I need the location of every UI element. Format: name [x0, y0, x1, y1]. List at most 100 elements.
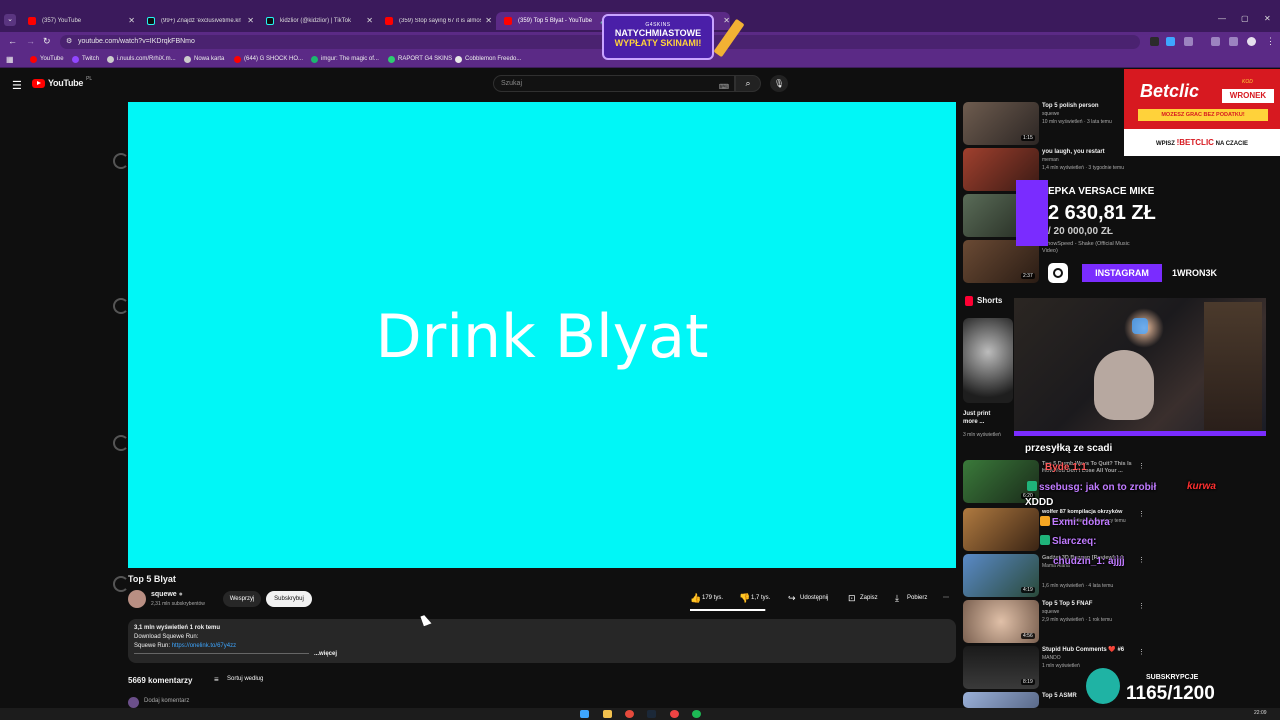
address-bar[interactable]: ⚙ youtube.com/watch?v=IKDrqkFBNmo: [60, 35, 1140, 49]
bookmark-favicon-icon: [184, 56, 191, 63]
tab-close-icon[interactable]: ✕: [247, 16, 254, 25]
description-link[interactable]: https://onelink.to/67y4zz: [172, 643, 236, 649]
share-icon: ↪: [788, 593, 796, 603]
search-input[interactable]: Szukaj ⌨: [493, 75, 735, 92]
channel-name[interactable]: squewe ●: [151, 591, 183, 598]
sidepanel-icon[interactable]: [1229, 37, 1238, 46]
subscriber-count: 2,31 mln subskrybentów: [151, 601, 205, 607]
sort-comments-button[interactable]: ≡ Sortuj według: [214, 675, 263, 684]
search-button[interactable]: ⌕: [735, 75, 761, 92]
download-button[interactable]: ⤓ Pobierz: [895, 591, 927, 606]
more-vertical-icon[interactable]: ⋮: [1138, 556, 1145, 564]
tab-video-67[interactable]: (359) Stop saying 67 it is almost... ✕: [377, 12, 492, 30]
loading-spinner-icon: [113, 153, 129, 169]
puzzle-icon[interactable]: [1184, 37, 1193, 46]
site-info-icon[interactable]: ⚙: [66, 35, 72, 49]
bookmark-cobblemon[interactable]: Cobblemon Freedo...: [455, 56, 521, 63]
more-actions-button[interactable]: ⋯: [943, 591, 949, 606]
share-button[interactable]: ↪ Udostępnij: [788, 591, 828, 606]
youtube-favicon-icon: [504, 17, 512, 25]
close-window-icon[interactable]: ✕: [1264, 14, 1271, 23]
spotify-icon[interactable]: [692, 710, 701, 718]
bookmark-twitch[interactable]: Twitch: [72, 56, 99, 63]
video-player[interactable]: Drink Blyat: [128, 102, 956, 568]
minimize-icon[interactable]: —: [1218, 14, 1226, 23]
search-icon: ⌕: [745, 78, 751, 88]
bookmark-youtube[interactable]: YouTube: [30, 56, 64, 63]
short-thumbnail[interactable]: [963, 318, 1013, 403]
instagram-icon: [1048, 263, 1068, 283]
donation-goal-overlay: EPKA VERSACE MIKE 2 630,81 ZŁ / 20 000,0…: [1014, 178, 1266, 250]
tab-youtube-home[interactable]: (357) YouTube ✕: [20, 12, 135, 30]
verified-icon: ●: [178, 591, 183, 598]
file-explorer-icon[interactable]: [603, 710, 612, 718]
youtube-favicon-icon: [28, 17, 36, 25]
bookmark-new-tab[interactable]: Nowa karta: [184, 56, 224, 63]
add-comment-input[interactable]: Dodaj komentarz: [128, 697, 189, 708]
download-icon[interactable]: [1211, 37, 1220, 46]
description-divider: [134, 653, 309, 654]
more-vertical-icon[interactable]: ⋮: [1138, 602, 1145, 610]
channel-avatar[interactable]: [128, 590, 146, 608]
tab-close-icon[interactable]: ✕: [128, 16, 135, 25]
shelf: [1204, 302, 1262, 430]
windows-start-icon[interactable]: [580, 710, 589, 718]
youtube-play-icon: [32, 78, 45, 88]
tab-close-icon[interactable]: ✕: [366, 16, 373, 25]
like-ratio-bar: [690, 609, 766, 611]
recommended-video[interactable]: 4:56 Top 5 Top 5 FNAF squewe 2,9 mln wyś…: [963, 600, 1145, 644]
subscribe-button[interactable]: Subskrybuj: [266, 591, 312, 607]
chat-badge-icon: [1040, 516, 1050, 526]
tab-tiktok[interactable]: kidzlior (@kidzlior) | TikTok ✕: [258, 12, 373, 30]
forward-icon[interactable]: →: [26, 36, 35, 46]
chat-message: przesyłką ze scadi: [1025, 443, 1113, 454]
tab-search-button[interactable]: ⌄: [4, 14, 16, 26]
tab-search[interactable]: (99+) Znajdź 'exclusivetime.krk' ✕: [139, 12, 254, 30]
chat-badge-icon: [1027, 481, 1037, 491]
bookmark-favicon-icon: [30, 56, 37, 63]
menu-kebab-icon[interactable]: ⋮: [1266, 36, 1275, 47]
recommended-video[interactable]: 1:15 Top 5 polish person squewe 10 mln w…: [963, 102, 1138, 146]
video-frame-text: Drink Blyat: [375, 302, 709, 372]
reload-icon[interactable]: ↻: [43, 36, 51, 47]
donation-accent-bar: [1016, 180, 1048, 246]
bookmark-favicon-icon: [72, 56, 79, 63]
like-button[interactable]: 👍 179 tys.: [690, 591, 723, 606]
bookmark-imgur[interactable]: imgur: The magic of...: [311, 56, 379, 63]
windows-taskbar: 22:09: [0, 708, 1280, 720]
tiktok-favicon-icon: [147, 17, 155, 25]
thumbs-down-icon: 👎: [739, 593, 751, 603]
maximize-icon[interactable]: ▢: [1241, 14, 1249, 23]
extension-icon[interactable]: [1150, 37, 1159, 46]
video-description[interactable]: 3,1 mln wyświetleń 1 rok temu Download S…: [128, 619, 956, 663]
tab-close-icon[interactable]: ✕: [485, 16, 492, 25]
bookmark-gshock[interactable]: (644) G SHOCK HO...: [234, 56, 303, 63]
hamburger-menu-icon[interactable]: ☰: [12, 79, 22, 92]
app-icon[interactable]: [625, 710, 634, 718]
support-button[interactable]: Wesprzyj: [223, 591, 261, 607]
tab-close-icon[interactable]: ✕: [723, 16, 730, 25]
steam-icon[interactable]: [647, 710, 656, 718]
more-vertical-icon[interactable]: ⋮: [1138, 462, 1145, 470]
streamer-webcam: [1014, 298, 1266, 436]
voice-search-button[interactable]: 🎙: [770, 75, 788, 92]
back-icon[interactable]: ←: [8, 36, 17, 46]
bookmark-raport[interactable]: RAPORT G4 SKINS: [388, 56, 452, 63]
short-title[interactable]: Just print more ...: [963, 410, 1003, 426]
extension-icon[interactable]: [1166, 37, 1175, 46]
youtube-logo[interactable]: YouTube PL: [32, 76, 92, 88]
more-vertical-icon[interactable]: ⋮: [1138, 648, 1145, 656]
dislike-button[interactable]: 👎 1,7 tys.: [739, 591, 770, 606]
chrome-icon[interactable]: [670, 710, 679, 718]
profile-avatar[interactable]: [1247, 37, 1256, 46]
more-vertical-icon[interactable]: ⋮: [1138, 510, 1145, 518]
video-title: Top 5 Blyat: [128, 574, 176, 584]
bookmark-nuuls[interactable]: i.nuuls.com/RrhiX.m...: [107, 56, 176, 63]
save-button[interactable]: ⊡ Zapisz: [848, 591, 878, 606]
keyboard-icon[interactable]: ⌨: [719, 80, 729, 95]
bookmark-favicon-icon: [311, 56, 318, 63]
loading-spinner-icon: [113, 435, 129, 451]
sort-icon: ≡: [214, 675, 219, 684]
show-more-button[interactable]: ...więcej: [314, 651, 337, 657]
apps-grid-icon[interactable]: ▦: [6, 55, 14, 64]
